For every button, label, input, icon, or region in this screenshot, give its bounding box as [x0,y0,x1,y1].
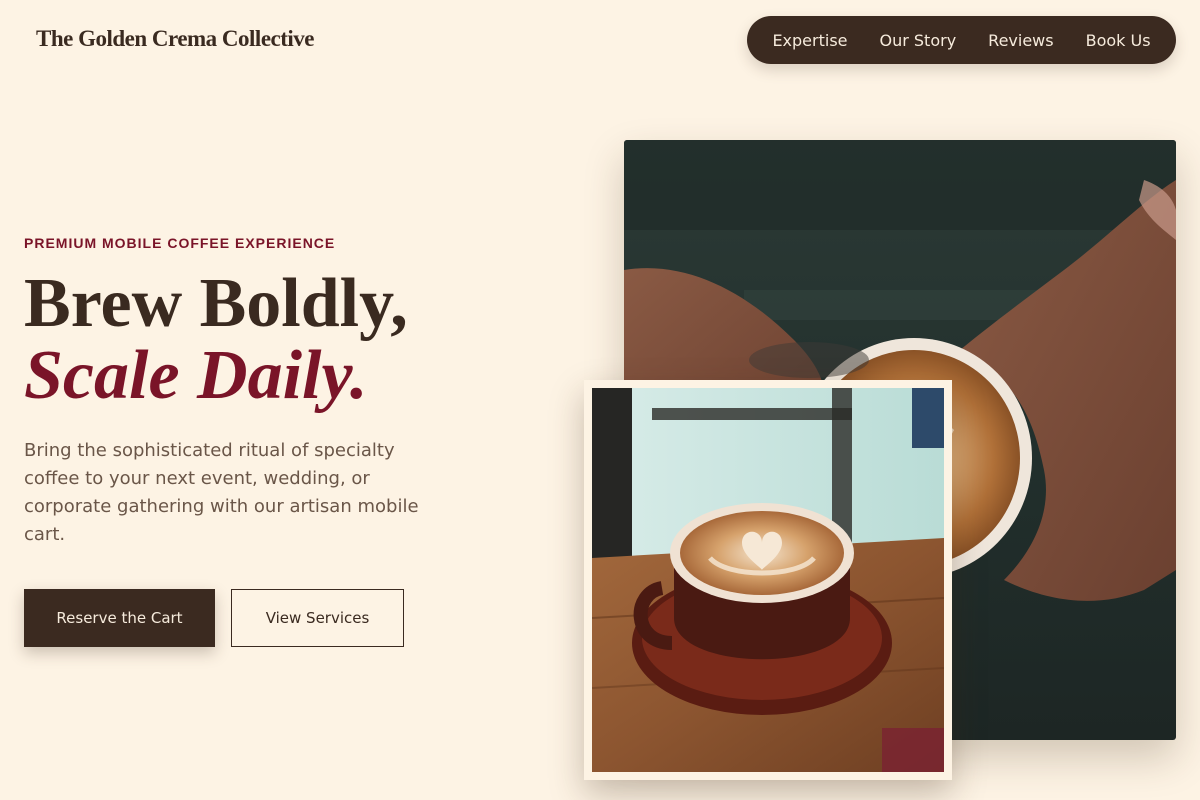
latte-cup-image [592,388,944,772]
nav-item-our-story[interactable]: Our Story [880,31,957,50]
view-services-button[interactable]: View Services [231,589,404,647]
hero-description: Bring the sophisticated ritual of specia… [24,440,419,545]
headline-line-1: Brew Boldly, [24,265,408,342]
hero-headline: Brew Boldly, Scale Daily. [24,268,544,412]
nav-item-expertise[interactable]: Expertise [772,31,847,50]
main-nav: Expertise Our Story Reviews Book Us [747,16,1176,64]
headline-line-2: Scale Daily. [24,337,368,414]
reserve-cart-button[interactable]: Reserve the Cart [24,589,215,647]
brand-logo[interactable]: The Golden Crema Collective [36,26,315,52]
nav-item-reviews[interactable]: Reviews [988,31,1053,50]
nav-item-book-us[interactable]: Book Us [1086,31,1151,50]
hero-eyebrow: PREMIUM MOBILE COFFEE EXPERIENCE [24,235,336,251]
landing-page: The Golden Crema Collective Expertise Ou… [0,0,1200,800]
latte-cup-photo-frame [584,380,952,780]
